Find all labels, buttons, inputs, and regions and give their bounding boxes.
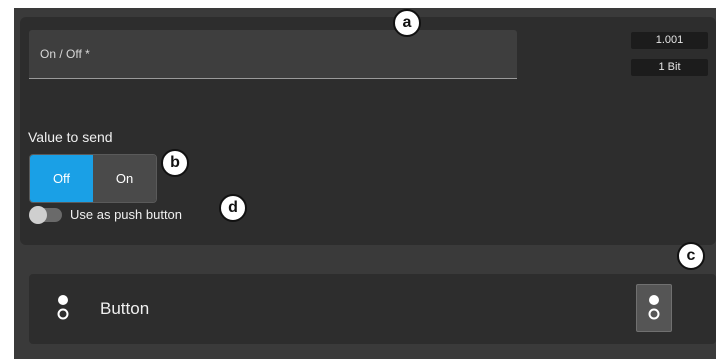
on-option-button[interactable]: On — [93, 155, 156, 202]
push-button-toggle-row[interactable]: Use as push button — [29, 205, 183, 224]
on-off-field[interactable]: On / Off * — [29, 30, 517, 79]
callout-b: b — [161, 149, 189, 177]
dpt-tag: 1.001 — [631, 32, 708, 49]
dot-toggle-icon — [648, 295, 660, 320]
callout-a: a — [393, 9, 421, 37]
dot-toggle-icon — [56, 294, 70, 327]
push-button-label: Use as push button — [70, 207, 183, 222]
value-to-send-selector: Off On — [29, 154, 157, 203]
button-widget-action[interactable] — [636, 284, 672, 332]
switch-knob — [29, 205, 47, 224]
value-to-send-label: Value to send — [28, 129, 113, 145]
callout-d: d — [219, 194, 247, 222]
callout-c: c — [677, 242, 705, 270]
push-button-switch[interactable] — [29, 205, 62, 224]
size-tag: 1 Bit — [631, 59, 708, 76]
off-option-button[interactable]: Off — [30, 155, 93, 202]
button-widget-label: Button — [100, 299, 150, 318]
on-off-field-label: On / Off * — [40, 47, 90, 61]
